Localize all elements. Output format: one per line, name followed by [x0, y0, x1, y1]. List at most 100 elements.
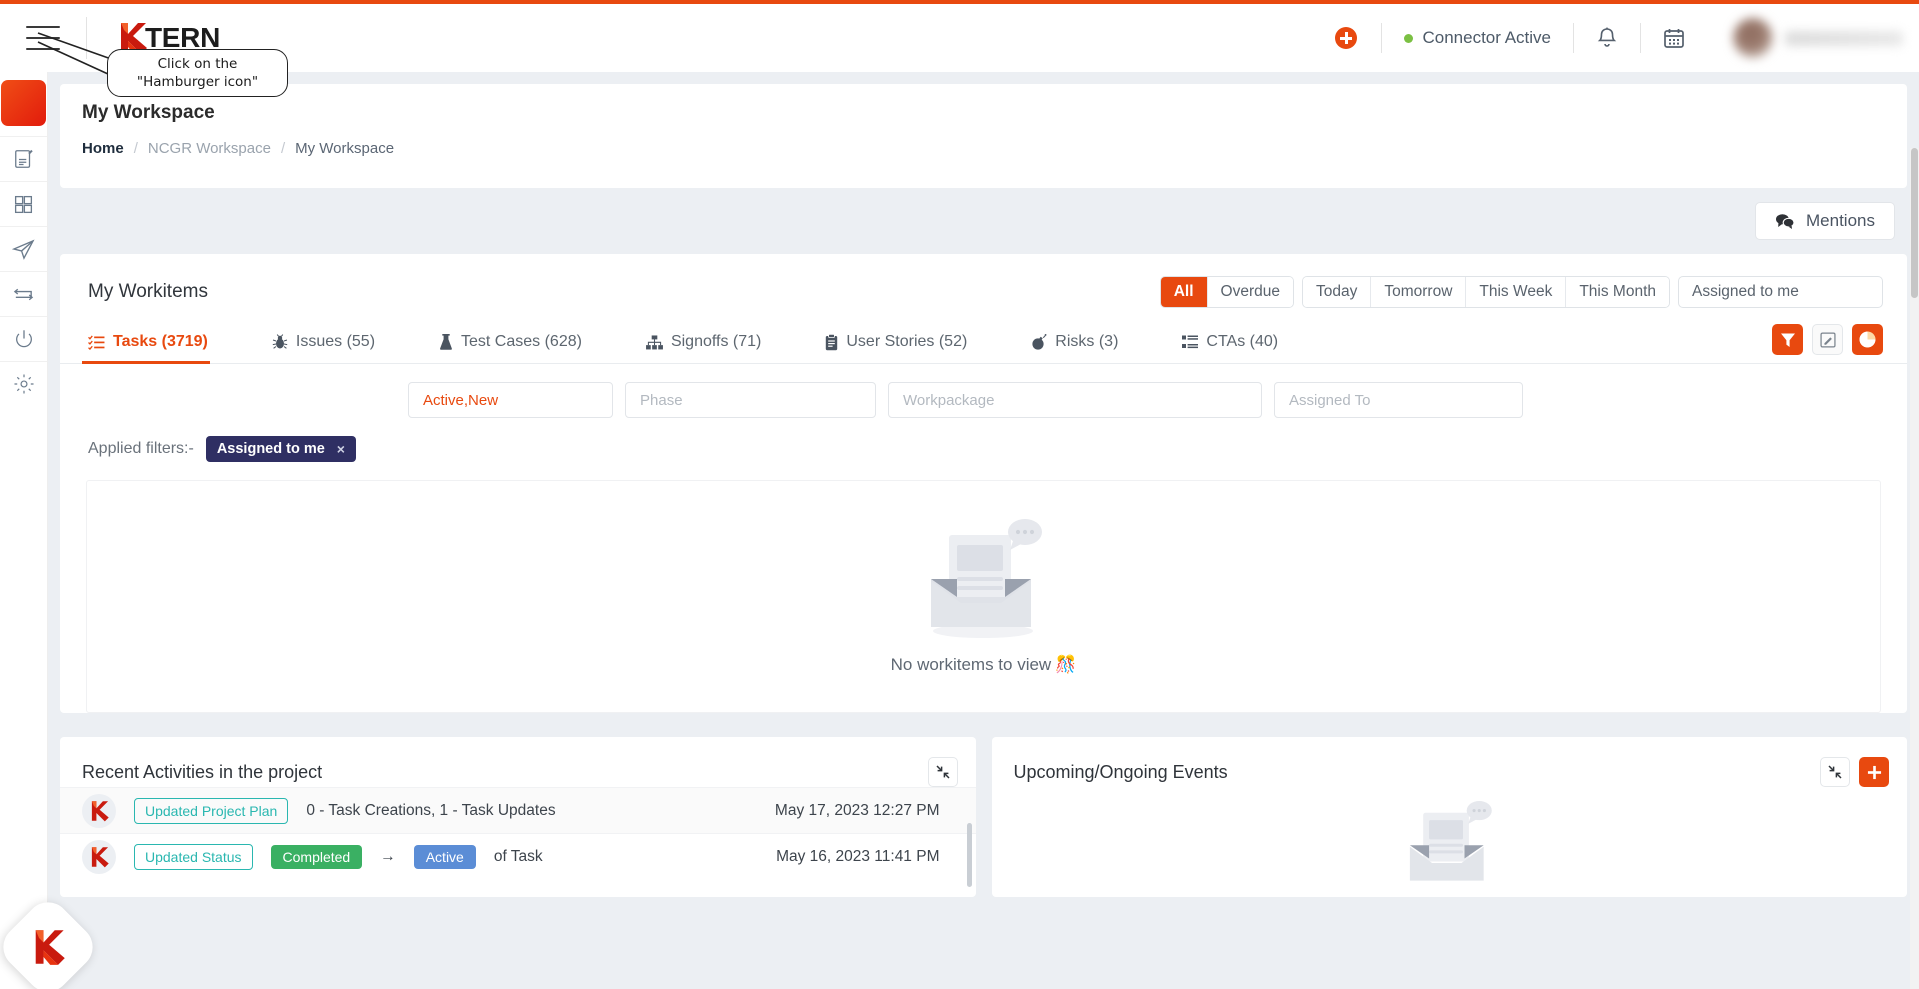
activity-row[interactable]: Updated Project Plan 0 - Task Creations,… — [60, 787, 976, 833]
range-filter-all[interactable]: All — [1160, 277, 1208, 307]
task-list-icon — [88, 335, 105, 350]
arrow-icon: → — [380, 847, 396, 865]
edit-document-icon — [14, 149, 33, 168]
breadcrumb-separator: / — [280, 140, 286, 157]
applied-filters-label: Applied filters:- — [88, 440, 194, 457]
assigned-to-filter-input[interactable]: Assigned To — [1274, 382, 1523, 418]
add-event-button[interactable] — [1859, 757, 1889, 787]
gear-icon — [13, 374, 34, 394]
plus-icon — [1867, 765, 1881, 779]
tab-risks[interactable]: Risks (3) — [1031, 333, 1118, 363]
avatar[interactable] — [1733, 18, 1773, 58]
sidebar-item-exchange[interactable] — [0, 271, 47, 316]
range-filter-group-2: Today Tomorrow This Week This Month — [1301, 276, 1670, 308]
range-filter-this-month[interactable]: This Month — [1566, 277, 1669, 307]
applied-filter-chip-label: Assigned to me — [216, 441, 325, 457]
collapse-icon[interactable] — [1820, 757, 1850, 787]
user-name-label — [1785, 30, 1903, 46]
mentions-label: Mentions — [1806, 211, 1875, 230]
exchange-icon — [13, 288, 34, 301]
comments-icon — [1776, 214, 1795, 229]
events-panel: Upcoming/Ongoing Events — [991, 737, 1908, 897]
tooltip-line-1: Click on the — [157, 55, 238, 72]
range-filter-bar: All Overdue Today Tomorrow This Week Thi… — [1159, 276, 1883, 308]
chart-button[interactable] — [1852, 324, 1883, 355]
range-filter-overdue[interactable]: Overdue — [1207, 277, 1293, 307]
tab-signoffs[interactable]: Signoffs (71) — [646, 333, 761, 363]
bomb-icon — [1032, 334, 1047, 350]
recent-activities-title: Recent Activities in the project — [82, 761, 323, 782]
close-icon[interactable]: × — [337, 441, 345, 457]
assigned-to-me-select[interactable]: Assigned to me — [1678, 276, 1883, 308]
tab-user-stories-label: User Stories (52) — [846, 333, 968, 350]
activity-date: May 16, 2023 11:41 PM — [776, 847, 940, 865]
sidebar-item-apps[interactable] — [0, 181, 47, 226]
list-icon — [1182, 335, 1199, 349]
events-header: Upcoming/Ongoing Events — [992, 737, 1908, 787]
filter-inputs-row: Active,New Phase Workpackage Assigned To — [60, 364, 1907, 418]
range-filter-group-1: All Overdue — [1159, 276, 1294, 308]
range-filter-tomorrow[interactable]: Tomorrow — [1371, 277, 1467, 307]
recent-activities-actions — [927, 757, 958, 787]
bell-icon[interactable] — [1574, 26, 1640, 50]
hamburger-tooltip: Click on the "Hamburger icon" — [107, 49, 288, 97]
activities-scrollbar[interactable] — [966, 823, 972, 887]
mentions-button[interactable]: Mentions — [1755, 202, 1895, 240]
recent-activities-panel: Recent Activities in the project Updated… — [60, 737, 976, 897]
bug-icon — [272, 334, 288, 349]
tab-tasks[interactable]: Tasks (3719) — [82, 333, 210, 364]
left-sidebar — [0, 72, 48, 989]
applied-filter-chip[interactable]: Assigned to me × — [205, 436, 356, 462]
tab-test-cases[interactable]: Test Cases (628) — [439, 333, 582, 363]
tab-user-stories[interactable]: User Stories (52) — [825, 333, 967, 363]
connector-status: Connector Active — [1382, 28, 1573, 48]
activity-date: May 17, 2023 12:27 PM — [774, 801, 940, 819]
user-menu[interactable] — [1707, 18, 1903, 58]
events-title: Upcoming/Ongoing Events — [1013, 761, 1228, 782]
calendar-icon[interactable] — [1641, 27, 1707, 49]
tab-ctas[interactable]: CTAs (40) — [1182, 333, 1278, 363]
workitems-header: My Workitems All Overdue Today Tomorrow … — [60, 254, 1907, 318]
tab-signoffs-label: Signoffs (71) — [670, 333, 762, 350]
page-title: My Workspace — [82, 102, 215, 123]
activity-text: of Task — [493, 847, 543, 865]
tab-actions — [1772, 324, 1883, 363]
status-filter-input[interactable]: Active,New — [408, 382, 613, 418]
workitem-tabs: Tasks (3719) Issues (55) Test Cases (628… — [60, 318, 1907, 364]
range-filter-this-week[interactable]: This Week — [1466, 277, 1567, 307]
range-filter-today[interactable]: Today — [1302, 277, 1372, 307]
clipboard-icon — [826, 333, 838, 350]
tab-issues-label: Issues (55) — [295, 333, 376, 350]
sidebar-item-send[interactable] — [0, 226, 47, 271]
edit-button[interactable] — [1812, 324, 1843, 355]
pie-chart-icon — [1859, 331, 1876, 348]
status-dot-icon — [1404, 33, 1414, 43]
plus-circle-icon[interactable] — [1335, 27, 1358, 49]
activity-row[interactable]: Updated Status Completed → Active of Tas… — [60, 833, 976, 879]
sidebar-item-edit[interactable] — [0, 136, 47, 181]
page-scrollbar[interactable] — [1910, 148, 1919, 989]
sitemap-icon — [646, 334, 663, 349]
events-actions — [1820, 757, 1889, 787]
sidebar-item-power[interactable] — [0, 316, 47, 361]
filter-button[interactable] — [1772, 324, 1803, 355]
breadcrumb-item-home[interactable]: Home — [82, 140, 124, 157]
recent-activities-header: Recent Activities in the project — [60, 737, 976, 787]
workpackage-filter-input[interactable]: Workpackage — [888, 382, 1262, 418]
sidebar-item-settings[interactable] — [0, 361, 47, 406]
page-body: My Workspace Home / NCGR Workspace / My … — [48, 72, 1919, 989]
tab-issues[interactable]: Issues (55) — [272, 333, 375, 363]
connector-status-label: Connector Active — [1422, 28, 1551, 47]
funnel-icon — [1780, 333, 1795, 347]
ktern-k-icon — [35, 930, 65, 965]
flask-icon — [440, 333, 452, 350]
applied-filters-row: Applied filters:- Assigned to me × — [60, 418, 1907, 462]
collapse-icon[interactable] — [927, 757, 958, 787]
paper-plane-icon — [12, 239, 35, 260]
breadcrumb-item-ncgr[interactable]: NCGR Workspace — [148, 140, 271, 157]
empty-inbox-illustration — [1410, 801, 1493, 881]
sidebar-item-workspace[interactable] — [1, 80, 46, 126]
breadcrumb-item-current: My Workspace — [295, 140, 395, 157]
activity-status-to: Active — [413, 844, 476, 869]
phase-filter-input[interactable]: Phase — [625, 382, 876, 418]
